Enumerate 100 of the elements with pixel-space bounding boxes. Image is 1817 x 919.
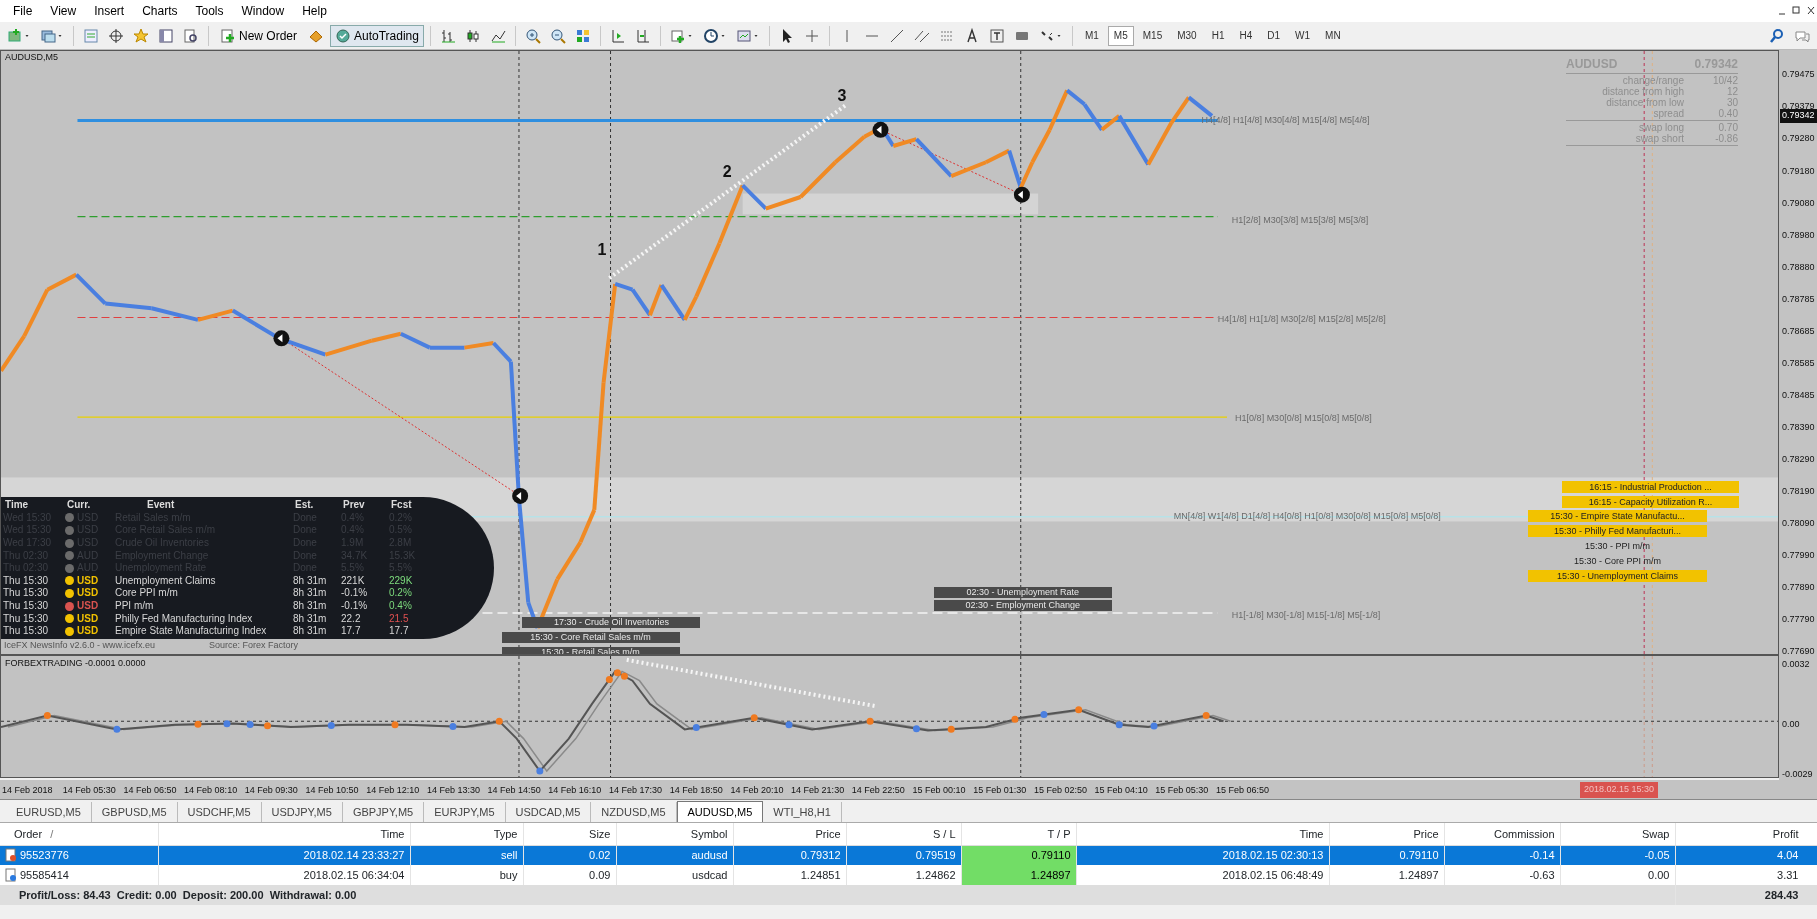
star-icon[interactable] [133, 27, 149, 44]
column-header[interactable]: Price [1329, 823, 1444, 845]
timeframe-button[interactable]: M30 [1171, 25, 1203, 46]
trade-marker-icon [512, 487, 529, 504]
column-header[interactable]: Order [14, 827, 43, 840]
news-forecast: 17.7 [389, 625, 410, 638]
news-currency: USD [77, 600, 100, 613]
tile-icon[interactable] [574, 27, 591, 44]
menu-item[interactable]: Tools [186, 2, 233, 20]
cross-icon[interactable] [803, 27, 820, 44]
time-label: 14 Feb 18:50 [669, 784, 723, 797]
trend-line-icon[interactable] [888, 27, 905, 44]
window-icon[interactable] [158, 27, 174, 44]
indicator-plus-icon[interactable] [669, 27, 686, 44]
zoom-in-icon[interactable] [524, 27, 541, 44]
news-time: Thu 15:30 [3, 600, 50, 613]
time-label: 15 Feb 05:30 [1155, 784, 1209, 797]
column-header[interactable]: Commission [1444, 823, 1560, 845]
time-label: 14 Feb 06:50 [123, 784, 177, 797]
level-label: H4[4/8] H1[4/8] M30[4/8] M15[4/8] M5[4/8] [1201, 113, 1370, 127]
level-label: H1[0/8] M30[0/8] M15[0/8] M5[0/8] [1235, 411, 1372, 425]
table-cell: 1.24897 [961, 865, 1076, 885]
column-header[interactable]: Time [158, 823, 410, 845]
news-currency: USD [77, 625, 100, 638]
timeframe-button[interactable]: H4 [1233, 25, 1259, 46]
indicator-dot [327, 721, 335, 729]
total-profit: 284.43 [1675, 885, 1817, 905]
new-order-button[interactable]: New Order [215, 24, 302, 47]
timeframe-button[interactable]: H1 [1205, 25, 1231, 46]
search-icon[interactable] [1769, 27, 1785, 44]
timeframe-button[interactable]: M1 [1078, 25, 1105, 46]
level-label: H4[1/8] H1[1/8] M30[2/8] M15[2/8] M5[2/8] [1217, 313, 1386, 327]
profiles-icon[interactable] [40, 27, 56, 44]
menu-item[interactable]: View [41, 2, 86, 20]
news-time: Thu 15:30 [3, 612, 50, 625]
menu-item[interactable]: Insert [85, 2, 134, 20]
price-tick: 0.79475 [1782, 68, 1815, 82]
timeframe-button[interactable]: W1 [1289, 25, 1317, 46]
chart-tab[interactable]: AUDUSD,M5 [676, 800, 764, 822]
time-label: 14 Feb 17:30 [609, 784, 663, 797]
column-header[interactable]: Profit [1675, 823, 1817, 845]
column-header: Time [5, 499, 30, 512]
column-header[interactable]: Time [1076, 823, 1329, 845]
new-chart-icon[interactable] [7, 27, 23, 44]
timeframe-button[interactable]: M15 [1136, 25, 1169, 46]
menu-item[interactable]: Help [293, 2, 336, 20]
menu-item[interactable]: Window [232, 2, 294, 20]
column-header[interactable]: Price [733, 823, 846, 845]
time-label: 14 Feb 14:50 [487, 784, 541, 797]
column-header: Curr. [67, 499, 92, 512]
price-tick: 0.77690 [1782, 645, 1815, 659]
clock-icon[interactable] [702, 27, 719, 44]
column-header[interactable]: Swap [1560, 823, 1675, 845]
time-label: 15 Feb 04:10 [1094, 784, 1148, 797]
crosshair-icon[interactable] [108, 27, 124, 44]
bar-chart-icon[interactable] [439, 27, 456, 44]
indicator-dot [223, 720, 231, 728]
text-label-icon[interactable] [988, 27, 1005, 44]
auto-trading-button[interactable]: AutoTrading [330, 24, 424, 47]
time-label: 14 Feb 05:30 [62, 784, 116, 797]
column-header[interactable]: S / L [846, 823, 961, 845]
sort-indicator[interactable]: / [50, 827, 54, 840]
order-number: 95523776 [20, 848, 69, 863]
indicator-dot [43, 711, 51, 719]
candlestick-icon[interactable] [464, 27, 481, 44]
timeframe-button[interactable]: M5 [1107, 25, 1134, 46]
indicator-dot [246, 721, 254, 729]
level-label: MN[4/8] W1[4/8] D1[4/8] H4[0/8] H1[0/8] M30[0/8] M15[0/8] M5[0/8] [1173, 510, 1441, 524]
indicator-dot [495, 717, 503, 725]
price-tick: 0.78390 [1782, 420, 1815, 434]
news-footer: IceFX NewsInfo v2.6.0 - www.icefx.eu [4, 640, 156, 651]
indicator-dot [1150, 722, 1158, 730]
indicator-tick: 0.0032 [1782, 658, 1810, 671]
indicator-dot [536, 767, 544, 775]
zoom-out-icon[interactable] [549, 27, 566, 44]
news-forecast: 0.4% [389, 600, 413, 613]
column-header[interactable]: Type [410, 823, 523, 845]
time-label: 14 Feb 2018 [2, 784, 53, 797]
time-label: 14 Feb 10:50 [305, 784, 359, 797]
timeframe-button[interactable]: D1 [1261, 25, 1287, 46]
timeframe-button[interactable]: MN [1319, 25, 1347, 46]
news-currency: USD [77, 574, 100, 587]
news-currency: USD [77, 587, 100, 600]
scroll-chart-icon[interactable] [609, 27, 626, 44]
window-controls-icon[interactable] [1777, 4, 1817, 18]
magnifier-doc-icon[interactable] [183, 27, 199, 44]
news-previous: 22.2 [341, 612, 362, 625]
menu-item[interactable]: File [4, 2, 42, 20]
price-tick: 0.78685 [1782, 324, 1815, 338]
indicator-dot [692, 723, 700, 731]
column-header[interactable]: Size [523, 823, 616, 845]
shift-chart-icon[interactable] [634, 27, 651, 44]
column-header[interactable]: Symbol [616, 823, 733, 845]
price-tick: 0.78485 [1782, 388, 1815, 402]
column-header: Est. [295, 499, 315, 512]
menu-item[interactable]: Charts [133, 2, 187, 20]
template-icon[interactable] [735, 27, 752, 44]
column-header[interactable]: T / P [961, 823, 1076, 845]
time-label: 14 Feb 16:10 [548, 784, 602, 797]
news-estimate: 8h 31m [293, 600, 328, 613]
